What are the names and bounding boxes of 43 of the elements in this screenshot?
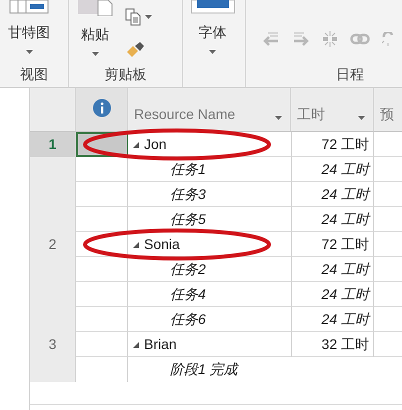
task-name: 任务1 (170, 160, 206, 179)
work-value: 24 工时 (322, 310, 369, 329)
collapse-triangle-icon[interactable] (133, 242, 139, 248)
task-name: 任务5 (170, 210, 206, 229)
task-name: 任务3 (170, 185, 206, 204)
task-name: 任务2 (170, 260, 206, 279)
indent-arrow-icon (292, 30, 310, 46)
work-value: 24 工时 (322, 160, 369, 179)
resource-name: Jon (144, 135, 167, 154)
split-icon (322, 30, 338, 46)
row-header[interactable]: 2 (30, 232, 76, 257)
brush-icon (125, 42, 146, 58)
outdent-arrow-icon (262, 30, 280, 46)
row-header[interactable]: 1 (30, 132, 76, 157)
column-header[interactable]: Resource Name (128, 88, 291, 131)
collapse-triangle-icon[interactable] (133, 142, 139, 148)
task-name: 任务6 (170, 310, 206, 329)
work-value: 24 工时 (322, 285, 369, 304)
ribbon-button[interactable]: 甘特图 (8, 0, 50, 54)
task-name: 任务4 (170, 285, 206, 304)
work-value: 72 工时 (322, 135, 369, 154)
work-value: 72 工时 (322, 235, 369, 254)
info-icon (92, 99, 110, 117)
unlink-icon (382, 32, 394, 46)
ribbon-button[interactable]: 粘贴 (77, 0, 114, 56)
copy-icon (125, 8, 142, 26)
row-header[interactable]: 3 (30, 332, 76, 357)
resource-name: Brian (144, 335, 177, 354)
group-label: 日程 (336, 64, 364, 84)
collapse-triangle-icon[interactable] (133, 342, 139, 348)
column-header[interactable]: 工时 (291, 88, 374, 131)
work-value: 32 工时 (322, 335, 369, 354)
row-header[interactable] (30, 357, 76, 382)
work-value: 24 工时 (322, 210, 369, 229)
column-header[interactable]: 预 (374, 88, 402, 131)
task-name: 阶段1 完成 (170, 360, 238, 379)
ribbon-button[interactable]: 字体 (190, 0, 235, 54)
work-value: 24 工时 (322, 260, 369, 279)
group-label: 剪贴板 (104, 64, 146, 84)
resource-name: Sonia (144, 235, 180, 254)
work-value: 24 工时 (322, 185, 369, 204)
link-icon (350, 32, 370, 44)
group-label: 视图 (20, 64, 48, 84)
